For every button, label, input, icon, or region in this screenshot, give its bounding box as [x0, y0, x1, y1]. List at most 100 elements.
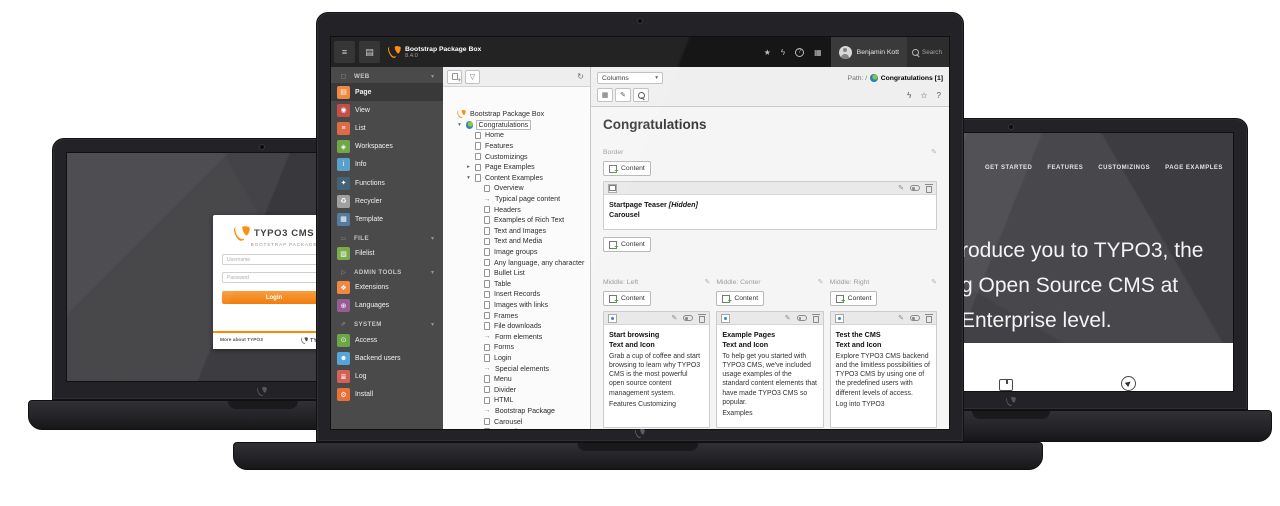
nav-item-customizings[interactable]: CUSTOMIZINGS [1098, 165, 1150, 171]
tree-node-image-groups[interactable]: Image groups [447, 247, 588, 258]
tree-node-typical-page-content[interactable]: →Typical page content [447, 194, 588, 205]
tree-node-special-elements[interactable]: →Special elements [447, 363, 588, 374]
collapse-arrow-icon[interactable]: ▾ [456, 122, 463, 128]
sidebar-item-page[interactable]: ▤Page [331, 83, 443, 101]
visibility-toggle-icon[interactable] [910, 315, 920, 321]
sidebar-item-access[interactable]: ⊙Access [331, 331, 443, 349]
tree-node-congratulations[interactable]: ▾Congratulations [447, 120, 588, 131]
help-icon[interactable]: ? [937, 91, 941, 100]
tree-node-home[interactable]: Home [447, 130, 588, 141]
trash-icon[interactable] [699, 316, 705, 323]
apps-grid-icon[interactable]: ▦ [814, 48, 822, 57]
tree-node-divider[interactable]: Divider [447, 384, 588, 395]
add-content-button[interactable]: Content [603, 291, 651, 306]
tree-node-page-examples[interactable]: ▸Page Examples [447, 162, 588, 173]
username-field[interactable] [222, 254, 326, 265]
tree-node-accordion[interactable]: Accordion [447, 427, 588, 429]
visibility-toggle-icon[interactable] [683, 315, 693, 321]
sidebar-item-install[interactable]: ⚙Install [331, 386, 443, 404]
edit-pencil-icon[interactable]: ✎ [785, 314, 791, 322]
columns-view-select[interactable]: Columns ▾ [597, 72, 663, 84]
bookmark-star-icon[interactable]: ☆ [920, 91, 927, 100]
visibility-toggle-icon[interactable] [910, 185, 920, 191]
menu-collapse-button[interactable]: ≡ [334, 41, 355, 63]
edit-pencil-icon[interactable]: ✎ [898, 314, 904, 322]
sidebar-item-log[interactable]: ≣Log [331, 367, 443, 385]
user-menu[interactable]: Benjamin Kott [831, 37, 907, 67]
nav-item-page-examples[interactable]: PAGE EXAMPLES [1165, 165, 1223, 171]
tree-node-any-language-any-character[interactable]: Any language, any character [447, 257, 588, 268]
tree-node-login[interactable]: Login [447, 353, 588, 364]
tree-node-bullet-list[interactable]: Bullet List [447, 268, 588, 279]
tree-node-images-with-links[interactable]: Images with links [447, 300, 588, 311]
tree-node-frames[interactable]: Frames [447, 310, 588, 321]
module-group-header-web[interactable]: ▢WEB▾ [331, 67, 443, 83]
help-icon[interactable]: ? [795, 48, 804, 57]
more-about-typo3-link[interactable]: More about TYPO3 [220, 338, 263, 343]
sidebar-item-workspaces[interactable]: ◈Workspaces [331, 138, 443, 156]
tree-node-insert-records[interactable]: Insert Records [447, 289, 588, 300]
content-element-card[interactable]: ✎ Start browsing Text and I [603, 311, 710, 428]
sidebar-item-info[interactable]: iInfo [331, 156, 443, 174]
tree-node-forms[interactable]: Forms [447, 342, 588, 353]
expand-arrow-icon[interactable]: ▸ [465, 164, 472, 170]
sidebar-item-template[interactable]: ▦Template [331, 210, 443, 228]
sidebar-item-recycler[interactable]: ♻Recycler [331, 192, 443, 210]
tree-node-menu[interactable]: Menu [447, 374, 588, 385]
collapse-arrow-icon[interactable]: ▾ [465, 175, 472, 181]
edit-pencil-icon[interactable]: ✎ [931, 278, 937, 286]
tree-node-customizings[interactable]: Customizings [447, 151, 588, 162]
tree-node-file-downloads[interactable]: File downloads [447, 321, 588, 332]
bookmark-star-icon[interactable]: ★ [764, 48, 771, 57]
tree-node-content-examples[interactable]: ▾Content Examples [447, 173, 588, 184]
edit-page-button[interactable]: ✎ [615, 88, 631, 102]
tree-node-bootstrap-package-box[interactable]: Bootstrap Package Box [447, 109, 588, 120]
tree-node-overview[interactable]: Overview [447, 183, 588, 194]
tree-node-features[interactable]: Features [447, 141, 588, 152]
nav-item-get-started[interactable]: GET STARTED [985, 165, 1032, 171]
tree-node-text-and-media[interactable]: Text and Media [447, 236, 588, 247]
search-box[interactable] [907, 37, 949, 67]
tree-node-bootstrap-package[interactable]: →Bootstrap Package [447, 406, 588, 417]
tree-node-table[interactable]: Table [447, 279, 588, 290]
login-button[interactable]: Login [222, 291, 326, 304]
edit-pencil-icon[interactable]: ✎ [671, 314, 677, 322]
sidebar-item-view[interactable]: ◉View [331, 101, 443, 119]
content-element-card[interactable]: ✎ Example Pages Text and Ic [716, 311, 823, 428]
module-list-button[interactable]: ▤ [359, 41, 380, 63]
sidebar-item-filelist[interactable]: ▧Filelist [331, 245, 443, 263]
sidebar-item-extensions[interactable]: ❖Extensions [331, 279, 443, 297]
clear-cache-bolt-icon[interactable]: ϟ [781, 48, 785, 57]
password-field[interactable] [222, 272, 326, 283]
search-content-button[interactable] [633, 88, 649, 102]
visibility-toggle-icon[interactable] [797, 315, 807, 321]
module-group-header-system[interactable]: ✐SYSTEM▾ [331, 315, 443, 331]
module-group-header-admin-tools[interactable]: ▷ADMIN TOOLS▾ [331, 263, 443, 279]
edit-pencil-icon[interactable]: ✎ [704, 278, 710, 286]
trash-icon[interactable] [926, 186, 932, 193]
sidebar-item-backend-users[interactable]: ☻Backend users [331, 349, 443, 367]
cache-bolt-icon[interactable]: ϟ [907, 91, 911, 100]
tree-node-carousel[interactable]: Carousel [447, 416, 588, 427]
sidebar-item-list[interactable]: ≡List [331, 119, 443, 137]
search-input[interactable] [922, 49, 950, 56]
tree-node-html[interactable]: HTML [447, 395, 588, 406]
edit-pencil-icon[interactable]: ✎ [818, 278, 824, 286]
add-content-button[interactable]: Content [603, 161, 651, 176]
filter-button[interactable]: ▽ [465, 70, 480, 84]
tree-node-examples-of-rich-text[interactable]: Examples of Rich Text [447, 215, 588, 226]
nav-item-features[interactable]: FEATURES [1047, 165, 1083, 171]
tree-node-form-elements[interactable]: →Form elements [447, 331, 588, 342]
add-content-button[interactable]: Content [716, 291, 764, 306]
tree-node-headers[interactable]: Headers [447, 204, 588, 215]
add-content-button[interactable]: Content [603, 237, 651, 252]
sidebar-item-languages[interactable]: ⊕Languages [331, 297, 443, 315]
module-group-header-file[interactable]: ▭FILE▾ [331, 229, 443, 245]
edit-pencil-icon[interactable]: ✎ [898, 184, 904, 192]
view-mode-button[interactable]: ▦ [597, 88, 613, 102]
new-page-button[interactable]: + [447, 70, 462, 84]
sidebar-item-functions[interactable]: ✦Functions [331, 174, 443, 192]
content-element-card[interactable]: ✎ Startpage Teaser [Hidden] Carousel [603, 181, 937, 230]
add-content-button[interactable]: Content [830, 291, 878, 306]
tree-node-text-and-images[interactable]: Text and Images [447, 226, 588, 237]
